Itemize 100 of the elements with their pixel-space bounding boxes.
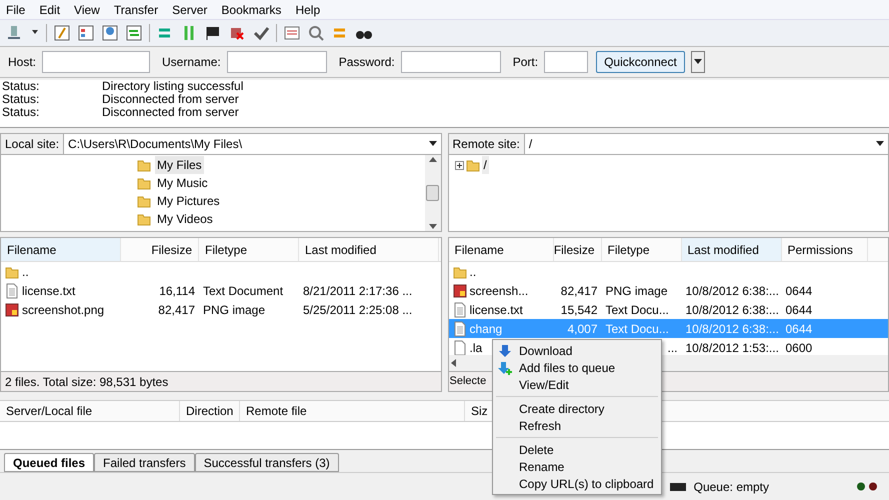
caret-icon — [428, 141, 436, 147]
status-lights-icon — [857, 482, 879, 491]
field-label: Password: — [338, 54, 395, 71]
column-header[interactable]: Filetype — [199, 238, 299, 261]
table-cell-text: 8/21/2011 2:17:36 ... — [303, 282, 412, 300]
log-toggle-icon[interactable] — [53, 24, 71, 42]
log-message: Disconnected from server — [102, 106, 239, 119]
folder-icon — [5, 264, 19, 278]
menu-item[interactable]: Edit — [39, 0, 60, 18]
tree-item[interactable]: My Files — [155, 156, 204, 174]
table-cell-text: 0644 — [786, 320, 812, 338]
field-label: Host: — [8, 54, 36, 71]
table-cell-text: Text Document — [203, 282, 284, 300]
menu-item[interactable]: Delete — [493, 441, 661, 458]
tree-item[interactable]: My Pictures — [155, 192, 222, 210]
menu-item[interactable]: Help — [295, 0, 320, 18]
menu-item[interactable]: View/Edit — [493, 376, 661, 393]
menu-item[interactable]: File — [6, 0, 26, 18]
table-cell-text: .la — [470, 340, 482, 356]
path-combobox[interactable]: C:\Users\R\Documents\My Files\ — [64, 134, 440, 154]
menu-item[interactable]: View — [74, 0, 100, 18]
table-cell-text: .. — [470, 264, 476, 280]
table-cell-text: ... — [667, 340, 678, 356]
table-cell-text: license.txt — [22, 282, 76, 300]
table-cell-text: license.txt — [470, 302, 523, 318]
menu-item[interactable]: Copy URL(s) to clipboard — [493, 475, 661, 492]
column-header[interactable]: Filename — [448, 238, 554, 261]
table-cell-text: 82,417 — [560, 282, 598, 300]
menu-item[interactable]: Download — [493, 342, 661, 359]
menu-item[interactable]: Rename — [493, 458, 661, 475]
scrollbar[interactable] — [424, 155, 440, 231]
search-icon[interactable] — [307, 24, 325, 42]
scroll-down-icon — [428, 224, 436, 229]
queue-toggle-icon[interactable] — [125, 24, 143, 42]
scroll-up-icon — [428, 157, 436, 162]
checkmark-icon[interactable] — [252, 24, 270, 42]
folder-icon — [137, 176, 151, 190]
table-cell-text: 82,417 — [158, 302, 195, 318]
quickconnect-button[interactable]: Quickconnect — [596, 51, 685, 73]
table-cell-text: 10/8/2012 6:38:... — [686, 320, 779, 338]
menu-item[interactable]: Transfer — [114, 0, 158, 18]
table-cell-text: 10/8/2012 6:38:... — [686, 302, 779, 318]
tree-item[interactable]: / — [482, 156, 489, 174]
column-header[interactable]: Remote file — [240, 401, 465, 421]
tree-item[interactable]: My Music — [155, 174, 210, 192]
column-header[interactable]: Permissions — [782, 238, 868, 261]
image-file-icon — [5, 302, 19, 316]
menu-item[interactable]: Server — [172, 0, 208, 18]
input-field[interactable] — [400, 51, 501, 73]
table-cell-text: 0600 — [786, 340, 812, 356]
dropdown-button[interactable] — [690, 51, 705, 73]
table-cell-text: 10/8/2012 1:53:... — [686, 340, 779, 356]
table-cell-text: 0644 — [786, 282, 812, 300]
remote-tree-toggle-icon[interactable] — [101, 24, 119, 42]
flag-icon[interactable] — [204, 24, 222, 42]
input-field[interactable] — [226, 51, 327, 73]
add-to-queue-icon — [497, 360, 513, 374]
tab[interactable]: Failed transfers — [94, 453, 195, 472]
tab[interactable]: Queued files — [4, 453, 94, 472]
column-header[interactable]: Server/Local file — [0, 401, 180, 421]
log-label: Status: — [2, 106, 40, 119]
column-header[interactable]: Last modified — [299, 238, 439, 261]
input-field[interactable] — [544, 51, 588, 73]
path-combobox[interactable]: / — [524, 134, 888, 154]
log-message: Disconnected from server — [102, 93, 239, 106]
scrollbar-thumb[interactable] — [426, 185, 439, 201]
log-message: Directory listing successful — [102, 80, 244, 93]
field-label: Port: — [512, 54, 538, 71]
tree-toggle-icon[interactable] — [77, 24, 95, 42]
field-label: Username: — [162, 54, 221, 71]
compare-icon[interactable] — [283, 24, 301, 42]
folder-icon — [452, 264, 466, 278]
column-header[interactable]: Filename — [1, 238, 121, 261]
table-cell-text: chang — [470, 320, 502, 338]
column-header[interactable]: Direction — [180, 401, 240, 421]
input-field[interactable] — [42, 51, 150, 73]
caret-icon — [694, 59, 702, 65]
table-cell-text: screenshot.png — [22, 302, 104, 318]
menu-item[interactable]: Bookmarks — [221, 0, 282, 18]
column-header[interactable]: Last modified — [682, 238, 782, 261]
site-label: Local site: — [1, 134, 64, 154]
text-file-icon — [5, 282, 19, 298]
queue-status: Queue: empty — [694, 478, 769, 496]
tree-item[interactable]: My Videos — [155, 210, 215, 228]
table-cell-text: PNG image — [203, 302, 266, 318]
table-cell-text: 4,007 — [567, 320, 598, 338]
column-header[interactable]: Filesize — [121, 238, 199, 261]
column-header[interactable]: Filesize — [554, 238, 602, 261]
table-cell-text: screensh... — [470, 282, 528, 300]
expand-icon[interactable] — [454, 160, 464, 170]
folder-icon — [137, 158, 151, 172]
file-icon — [452, 340, 466, 356]
table-cell-text: PNG image — [606, 282, 668, 300]
status-text: 2 files. Total size: 98,531 bytes — [0, 372, 442, 392]
scroll-left-icon — [450, 359, 456, 367]
text-file-icon — [452, 302, 466, 318]
tab[interactable]: Successful transfers (3) — [194, 453, 339, 472]
table-cell-text: 5/25/2011 2:25:08 ... — [303, 302, 412, 318]
folder-icon — [466, 158, 480, 172]
log-label: Status: — [2, 80, 40, 93]
